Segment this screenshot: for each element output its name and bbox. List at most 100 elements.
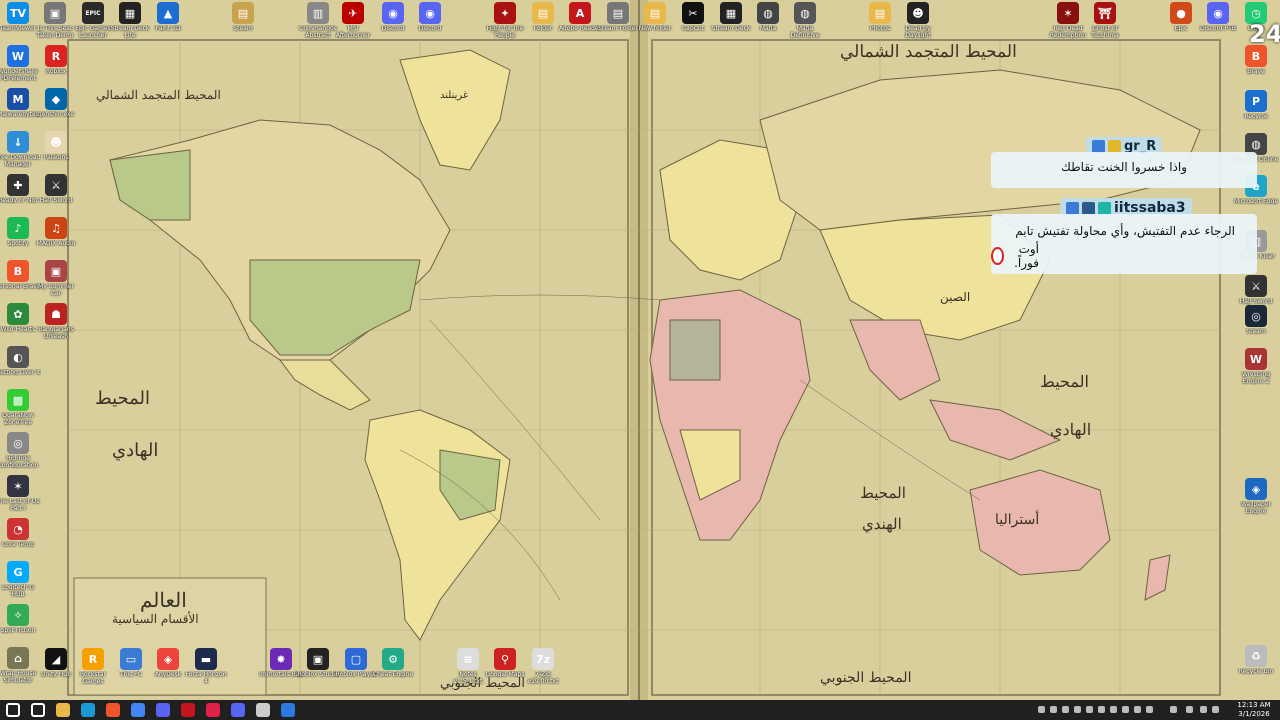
desktop-icon[interactable]: ◍ Mafia Definitive	[782, 2, 828, 39]
chrome-taskbar-icon[interactable]	[131, 703, 145, 717]
desktop-icon-label: Dead by Daylight	[905, 25, 931, 39]
tray-icon[interactable]	[1050, 706, 1057, 713]
tray-icon[interactable]	[1038, 706, 1045, 713]
desktop-icon[interactable]: ◆ genshin.exe	[33, 88, 79, 118]
desktop-icon-label: Steam	[233, 25, 253, 32]
map-label-arctic-west: المحيط المتجمد الشمالي	[96, 88, 221, 102]
app-icon: ⚲	[494, 648, 516, 670]
map-label-ocean-east: المحيط	[1040, 372, 1089, 391]
app-icon: ▢	[345, 648, 367, 670]
taskbar-clock[interactable]: 12:13 AM 3/1/2026	[1234, 701, 1274, 719]
tray-icon[interactable]	[1074, 706, 1081, 713]
app-icon: ♻	[1245, 645, 1267, 667]
opera-taskbar-icon[interactable]	[206, 703, 220, 717]
feather-badge-icon	[1082, 201, 1095, 215]
app-icon: EPIC	[82, 2, 104, 24]
desktop-icon[interactable]: ♫ MAGIX Audio	[33, 217, 79, 247]
app-icon: ⚔	[45, 174, 67, 196]
sub-badge-icon	[1098, 201, 1111, 215]
chat-message-1: واذا خسروا الخنت تقاطك	[991, 152, 1257, 188]
tray-icon[interactable]	[1110, 706, 1117, 713]
tray-icon[interactable]	[1146, 706, 1153, 713]
map-label-ocean-west: المحيط	[95, 388, 151, 409]
app-icon: ≡	[457, 648, 479, 670]
tray-icon[interactable]	[1122, 706, 1129, 713]
desktop-icon[interactable]: ◎ Steam	[1233, 305, 1279, 335]
tray-icon[interactable]	[1212, 706, 1219, 713]
steam-taskbar-icon[interactable]	[81, 703, 95, 717]
discord-taskbar-icon[interactable]	[231, 703, 245, 717]
map-label-arctic: المحيط المتجمد الشمالي	[840, 42, 1017, 62]
desktop-icon-label: MAGIX Audio	[36, 240, 76, 247]
tray-icon[interactable]	[1086, 706, 1093, 713]
map-label-china: الصين	[940, 290, 971, 304]
desktop-icon[interactable]: G Logitech G HUB	[0, 561, 41, 598]
desktop-icon-label: Brave	[1247, 68, 1265, 75]
desktop-icon[interactable]: ◎ HidHide Configuration	[0, 432, 41, 469]
desktop-icon[interactable]: ◈ Wallpaper Engine	[1233, 478, 1279, 515]
desktop-wallpaper-map: المحيط المتجمد الشمالي المحيط المتجمد ال…	[0, 0, 1280, 700]
app-icon: 7z	[532, 648, 554, 670]
desktop-icon-label: Split Fiction	[0, 627, 36, 634]
desktop-icon[interactable]: ◐ Getting Over It	[0, 346, 41, 376]
file-explorer-taskbar-icon[interactable]	[56, 703, 70, 717]
search-taskbar-icon[interactable]	[31, 703, 45, 717]
app-icon: ◍	[757, 2, 779, 24]
tray-icon[interactable]	[1200, 706, 1207, 713]
adobe-taskbar-icon[interactable]	[181, 703, 195, 717]
app-icon: ◔	[7, 518, 29, 540]
desktop-icon-label: Forza Horizon 4	[185, 671, 227, 685]
desktop-icon-label: Cheat Engine	[372, 671, 414, 678]
desktop-icon[interactable]: ⚔ Half Sword	[33, 174, 79, 204]
app-icon: ▤	[532, 2, 554, 24]
desktop-icon[interactable]: ☻ Paladins	[33, 131, 79, 161]
network-icon[interactable]	[1170, 706, 1177, 713]
no-entry-emoji-icon	[991, 247, 1004, 265]
app-icon: ◎	[7, 432, 29, 454]
desktop-icon[interactable]: ▣ My Summer Car	[33, 260, 79, 297]
desktop-icon[interactable]: 7z 7-Zip v19.00.txt	[520, 648, 566, 685]
desktop-icon[interactable]: ▩ QuaraNow ZoneTree	[0, 389, 41, 426]
desktop-icon-label: Recycle Bin	[1238, 668, 1274, 675]
desktop-icon-label: Paint 3D	[155, 25, 181, 32]
volume-icon[interactable]	[1186, 706, 1193, 713]
desktop-icon[interactable]: ▲ Paint 3D	[145, 2, 191, 32]
desktop-icon[interactable]: ◉ Discord	[407, 2, 453, 32]
app-icon: ▦	[119, 2, 141, 24]
desktop-icon[interactable]: W Wrestling Empire 2	[1233, 348, 1279, 385]
desktop-icon-label: Wallpaper Engine	[1240, 501, 1271, 515]
desktop-icon[interactable]: ☻ Dead by Daylight	[895, 2, 941, 39]
tray-icon[interactable]	[1062, 706, 1069, 713]
desktop-icon[interactable]: ▤ Steam	[220, 2, 266, 32]
desktop-icon[interactable]: ⛩ Ghost of Tsushima	[1082, 2, 1128, 39]
app-icon: ◉	[419, 2, 441, 24]
desktop-icon[interactable]: ⚙ Cheat Engine	[370, 648, 416, 678]
overlay-clock: 24	[1249, 20, 1280, 48]
app-icon: ♪	[7, 217, 29, 239]
app-icon: ✶	[1057, 2, 1079, 24]
photos-taskbar-icon[interactable]	[281, 703, 295, 717]
desktop-icon[interactable]: ✧ Split Fiction	[0, 604, 41, 634]
start-taskbar-icon[interactable]	[6, 703, 20, 717]
desktop-icon[interactable]: ✶ The Last of Us Part I	[0, 475, 41, 512]
tray-icon[interactable]	[1098, 706, 1105, 713]
settings-taskbar-icon[interactable]	[256, 703, 270, 717]
desktop-icon[interactable]: ▬ Forza Horizon 4	[183, 648, 229, 685]
desktop-icon[interactable]: R Roblox	[33, 45, 79, 75]
discord-taskbar-icon[interactable]	[156, 703, 170, 717]
desktop-icon[interactable]: ♻ Recycle Bin	[1233, 645, 1279, 675]
desktop-icon[interactable]: B Brave	[1233, 45, 1279, 75]
app-icon: ⛩	[1094, 2, 1116, 24]
chat-message-line2: أوت فوراً.	[991, 238, 1257, 270]
app-icon: ▤	[869, 2, 891, 24]
brave-taskbar-icon[interactable]	[106, 703, 120, 717]
app-icon: TV	[7, 2, 29, 24]
app-icon: ✶	[7, 475, 29, 497]
desktop-icon[interactable]: ◔ Core Temp	[0, 518, 41, 548]
desktop-icon[interactable]: ☗ Banglarians Unleash	[33, 303, 79, 340]
app-icon: ◈	[1245, 478, 1267, 500]
app-icon: ▤	[232, 2, 254, 24]
app-icon: ▦	[720, 2, 742, 24]
desktop-icon[interactable]: P Recycle	[1233, 90, 1279, 120]
tray-icon[interactable]	[1134, 706, 1141, 713]
